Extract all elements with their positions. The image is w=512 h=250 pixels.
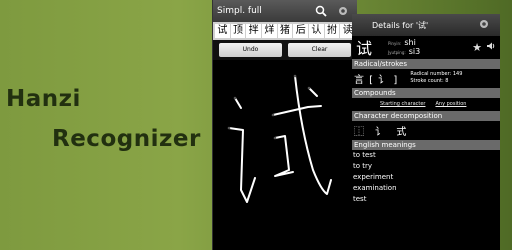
clear-button[interactable]: Clear [288, 43, 351, 57]
stroke-count: Stroke count: 8 [410, 78, 449, 84]
candidate-char[interactable]: 认 [309, 24, 324, 38]
meaning-item: to try [353, 162, 373, 170]
candidate-char[interactable]: 猪 [277, 24, 293, 38]
meaning-item: to test [353, 151, 376, 159]
gear-icon[interactable] [478, 18, 490, 32]
pinyin-label: Pinyin: [388, 41, 402, 46]
candidate-char[interactable]: 烊 [262, 24, 277, 38]
details-title-bar: Details for '试' [352, 14, 500, 36]
meaning-item: examination [353, 184, 397, 192]
details-title: Details for '试' [372, 20, 429, 30]
detail-character: 试 [356, 39, 373, 58]
banner-title-line2: Recognizer [52, 126, 201, 152]
undo-button[interactable]: Undo [219, 43, 282, 57]
radical-number: Radical number: 149 [410, 71, 463, 77]
meaning-item: experiment [353, 173, 394, 181]
decomposition-section-header: Character decomposition [352, 111, 500, 121]
compound-link-starting[interactable]: Starting character [380, 101, 425, 107]
pinyin-value: shi [404, 38, 416, 47]
candidate-list: 试 顶 拌 烊 猪 后 认 拊 读 [213, 22, 357, 40]
candidate-char[interactable]: 后 [293, 24, 309, 38]
decomposition-chars[interactable]: ⿰ 讠 式 [352, 121, 500, 139]
gear-icon[interactable] [335, 3, 351, 19]
star-icon[interactable]: ★ [472, 41, 482, 54]
meanings-section-header: English meanings [352, 140, 500, 150]
candidate-char[interactable]: 拊 [324, 24, 340, 38]
candidate-char[interactable]: 拌 [246, 24, 262, 38]
recognizer-screen: Simpl. full 试 顶 拌 烊 猪 后 认 拊 读 Undo Clear [212, 0, 357, 250]
jyutping-value: si3 [408, 47, 421, 56]
speaker-icon[interactable] [486, 41, 496, 54]
radical-chars: 言 [ 讠 ] [354, 74, 399, 86]
banner-title-line1: Hanzi [6, 86, 81, 112]
candidate-char[interactable]: 顶 [230, 24, 246, 38]
meaning-item: test [353, 195, 367, 203]
search-icon[interactable] [313, 3, 329, 19]
recognizer-title-bar: Simpl. full [213, 0, 357, 22]
compounds-section-header: Compounds [352, 88, 500, 98]
radical-section-header: Radical/strokes [352, 59, 500, 69]
compound-link-any[interactable]: Any position [435, 101, 466, 107]
details-screen: Details for '试' 试 Pinyin: shi Jyutping: … [352, 14, 500, 250]
drawing-canvas[interactable] [213, 60, 358, 250]
candidate-char[interactable]: 试 [215, 24, 230, 38]
mode-label[interactable]: Simpl. full [217, 6, 262, 16]
jyutping-label: Jyutping: [388, 50, 406, 55]
